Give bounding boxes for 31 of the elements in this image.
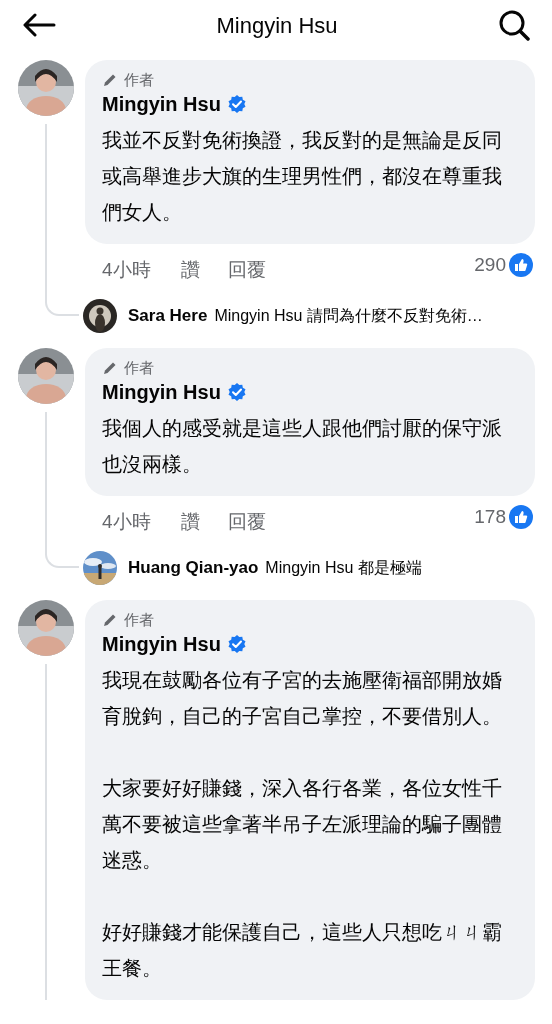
reply-author[interactable]: Huang Qian-yao: [128, 555, 259, 581]
comment-time: 4小時: [102, 257, 151, 282]
like-icon: [509, 253, 533, 277]
comment-text: 我現在鼓勵各位有子宮的去施壓衛福部開放婚育脫鉤，自己的子宮自己掌控，不要借別人。: [102, 668, 503, 729]
author-label: 作者: [124, 70, 154, 90]
page-title: Mingyin Hsu: [216, 11, 338, 40]
like-link[interactable]: 讚: [180, 255, 200, 285]
comment-author[interactable]: Mingyin Hsu: [102, 90, 221, 118]
reply-preview-text[interactable]: Mingyin Hsu 都是極端: [265, 556, 422, 580]
comment-author[interactable]: Mingyin Hsu: [102, 378, 221, 406]
like-link[interactable]: 讚: [180, 507, 200, 537]
reply-preview-text[interactable]: Mingyin Hsu 請問為什麼不反對免術…: [214, 304, 483, 328]
search-icon[interactable]: [498, 9, 530, 41]
author-label: 作者: [124, 610, 154, 630]
comment-text: 好好賺錢才能保護自己，這些人只想吃ㄐㄐ霸王餐。: [102, 920, 503, 981]
reply-author[interactable]: Sara Here: [128, 303, 208, 329]
reaction-count: 290: [474, 252, 506, 277]
reaction-count: 178: [474, 504, 506, 529]
pencil-icon: [102, 72, 118, 88]
comment-time: 4小時: [102, 509, 151, 534]
comment-text: 大家要好好賺錢，深入各行各業，各位女性千萬不要被這些拿著半吊子左派理論的騙子團體迷惑。: [102, 776, 503, 873]
author-label: 作者: [124, 358, 154, 378]
back-icon[interactable]: [22, 13, 56, 37]
comment-text: 我並不反對免術換證，我反對的是無論是反同或高舉進步大旗的生理男性們，都沒在尊重我們女人。: [102, 128, 503, 225]
reply-link[interactable]: 回覆: [227, 255, 266, 285]
pencil-icon: [102, 612, 118, 628]
comment-author[interactable]: Mingyin Hsu: [102, 630, 221, 658]
reply-link[interactable]: 回覆: [227, 507, 266, 537]
pencil-icon: [102, 360, 118, 376]
comment-text: 我個人的感受就是這些人跟他們討厭的保守派也沒兩樣。: [102, 416, 503, 477]
like-icon: [509, 505, 533, 529]
